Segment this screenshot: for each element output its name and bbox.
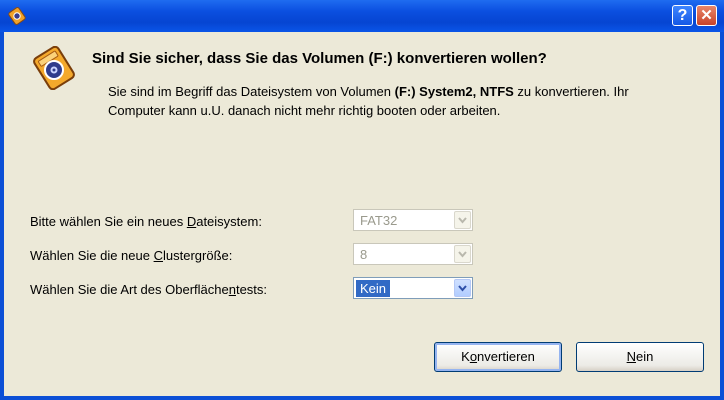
surface-test-label: Wählen Sie die Art des Oberflächentests: — [30, 282, 268, 297]
dialog-headline: Sind Sie sicher, dass Sie das Volumen (F… — [92, 50, 547, 67]
filesystem-label: Bitte wählen Sie ein neues Dateisystem: — [30, 214, 262, 229]
volume-name: (F:) System2, NTFS — [394, 84, 514, 99]
help-button[interactable]: ? — [672, 5, 693, 26]
surface-test-value: Kein — [356, 280, 391, 297]
filesystem-value: FAT32 — [360, 213, 398, 228]
dialog-body: Sind Sie sicher, dass Sie das Volumen (F… — [4, 32, 720, 396]
convert-button[interactable]: Konvertieren — [434, 342, 562, 372]
cluster-size-value: 8 — [360, 247, 368, 262]
dialog-description: Sie sind im Begriff das Dateisystem von … — [108, 82, 688, 120]
chevron-down-icon[interactable] — [454, 211, 471, 229]
chevron-down-icon[interactable] — [454, 279, 471, 297]
chevron-down-icon[interactable] — [454, 245, 471, 263]
dialog-window: ? ✕ Sind Sie sicher, dass Sie das Volume… — [0, 0, 724, 400]
disk-convert-icon — [33, 46, 75, 90]
no-button[interactable]: Nein — [576, 342, 704, 372]
disk-convert-icon — [8, 7, 26, 25]
close-button[interactable]: ✕ — [696, 5, 717, 26]
title-bar[interactable]: ? ✕ — [0, 0, 724, 32]
description-text: Sie sind im Begriff das Dateisystem von … — [108, 84, 395, 99]
surface-test-select[interactable]: Kein — [353, 277, 473, 299]
cluster-label: Wählen Sie die neue Clustergröße: — [30, 248, 233, 263]
cluster-size-select[interactable]: 8 — [353, 243, 473, 265]
filesystem-select[interactable]: FAT32 — [353, 209, 473, 231]
